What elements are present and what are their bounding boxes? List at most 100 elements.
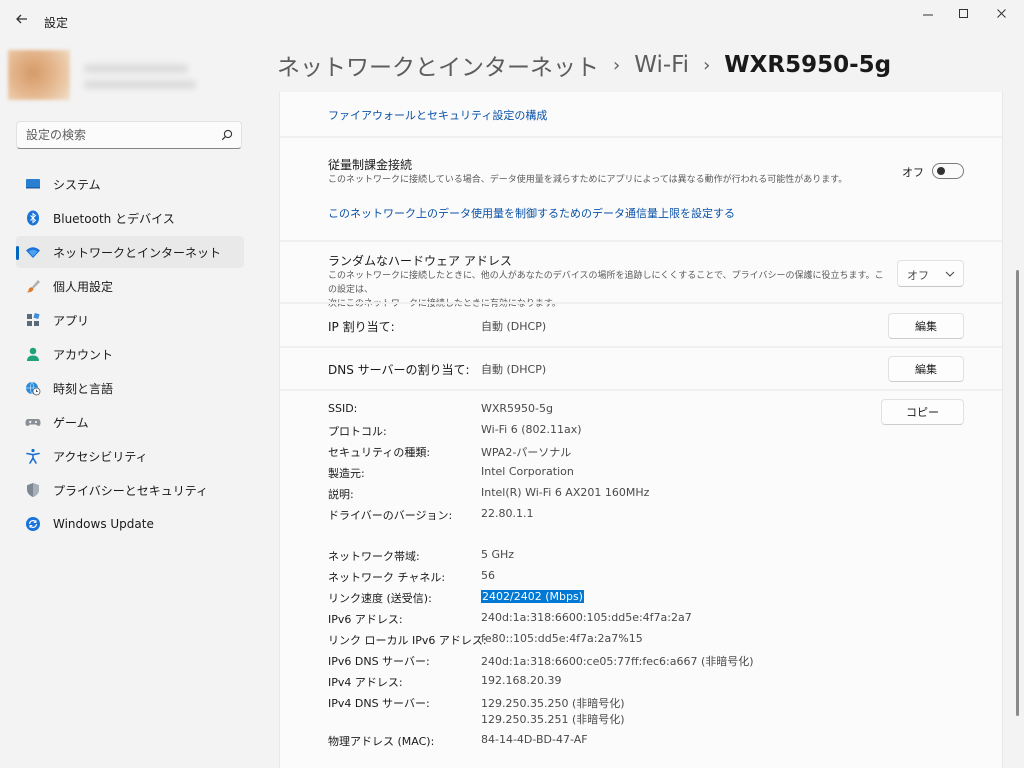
divider: [280, 302, 1002, 304]
edit-ip-button[interactable]: 編集: [888, 313, 964, 339]
user-profile[interactable]: [8, 50, 244, 102]
sidebar-item-label: アカウント: [53, 347, 114, 362]
bluetooth-icon: [25, 210, 41, 226]
dns-assignment-label: DNS サーバーの割り当て:: [328, 363, 470, 377]
prop-value-manufacturer: Intel Corporation: [481, 465, 574, 478]
close-button[interactable]: [984, 4, 1020, 26]
copy-button[interactable]: コピー: [881, 399, 964, 425]
ip-assignment-value: 自動 (DHCP): [481, 320, 547, 333]
edit-dns-button[interactable]: 編集: [888, 356, 964, 382]
divider: [280, 346, 1002, 348]
profile-email-redacted: [84, 80, 196, 89]
sidebar-item-bluetooth[interactable]: Bluetooth とデバイス: [16, 202, 244, 234]
sidebar-item-system[interactable]: システム: [16, 168, 244, 200]
prop-value-link-speed[interactable]: 2402/2402 (Mbps): [481, 590, 584, 603]
page-title: WXR5950-5g: [724, 52, 892, 78]
metered-connection-toggle[interactable]: [932, 163, 964, 179]
accessibility-icon: [25, 448, 41, 464]
prop-label-ssid: SSID:: [328, 402, 358, 415]
close-icon: [997, 9, 1006, 18]
chevron-down-icon: [945, 271, 955, 277]
prop-label-network-channel: ネットワーク チャネル:: [328, 571, 446, 584]
prop-label-ipv4-dns: IPv4 DNS サーバー:: [328, 697, 430, 710]
prop-label-ipv4-address: IPv4 アドレス:: [328, 676, 403, 689]
sidebar-item-label: ゲーム: [53, 415, 89, 430]
window-title: 設定: [44, 16, 69, 30]
person-icon: [25, 346, 41, 362]
prop-value-link-speed-wrap: 2402/2402 (Mbps): [481, 590, 584, 603]
back-arrow-icon[interactable]: [12, 9, 32, 29]
sidebar-item-accessibility[interactable]: アクセシビリティ: [16, 440, 244, 472]
toggle-knob: [937, 167, 945, 175]
prop-value-ipv6-address: 240d:1a:318:6600:105:dd5e:4f7a:2a7: [481, 611, 692, 624]
sidebar-item-label: プライバシーとセキュリティ: [53, 483, 209, 498]
prop-label-link-speed: リンク速度 (送受信):: [328, 592, 432, 605]
prop-label-security-type: セキュリティの種類:: [328, 446, 431, 459]
sidebar-item-windows-update[interactable]: Windows Update: [16, 508, 244, 540]
firewall-settings-link[interactable]: ファイアウォールとセキュリティ設定の構成: [328, 107, 547, 123]
prop-value-ipv4-dns-1: 129.250.35.250 (非暗号化): [481, 697, 625, 710]
prop-value-protocol: Wi-Fi 6 (802.11ax): [481, 423, 582, 436]
maximize-button[interactable]: [946, 4, 982, 26]
random-hardware-address-dropdown[interactable]: オフ: [897, 260, 964, 287]
gamepad-icon: [25, 414, 41, 430]
prop-label-ipv6-dns: IPv6 DNS サーバー:: [328, 655, 430, 668]
sidebar-item-label: アクセシビリティ: [53, 449, 148, 464]
description-line: 次にこのネットワークに接続したときに有効になります。: [328, 299, 561, 309]
prop-label-mac-address: 物理アドレス (MAC):: [328, 735, 435, 748]
prop-label-protocol: プロトコル:: [328, 425, 387, 438]
prop-value-description: Intel(R) Wi-Fi 6 AX201 160MHz: [481, 486, 650, 499]
prop-label-link-local-ipv6: リンク ローカル IPv6 アドレス:: [328, 634, 487, 647]
sidebar-item-personalization[interactable]: 個人用設定: [16, 270, 244, 302]
sidebar-item-label: ネットワークとインターネット: [53, 245, 222, 260]
sidebar-item-accounts[interactable]: アカウント: [16, 338, 244, 370]
sidebar-item-label: システム: [53, 177, 101, 192]
divider: [280, 240, 1002, 242]
wifi-icon: [25, 244, 41, 260]
sidebar-item-label: アプリ: [53, 313, 90, 328]
globe-clock-icon: [25, 380, 41, 396]
data-limit-link[interactable]: このネットワーク上のデータ使用量を制御するためのデータ通信量上限を設定する: [328, 205, 735, 221]
search-input[interactable]: [26, 126, 216, 144]
maximize-icon: [959, 9, 968, 18]
chevron-right-icon: ›: [613, 54, 621, 76]
breadcrumb: ネットワークとインターネット › Wi-Fi › WXR5950-5g: [277, 48, 891, 82]
sidebar-item-privacy[interactable]: プライバシーとセキュリティ: [16, 474, 244, 506]
metered-connection-description: このネットワークに接続している場合、データ使用量を減らすためにアプリによっては異…: [328, 175, 848, 185]
sidebar-item-label: 時刻と言語: [53, 381, 114, 396]
brush-icon: [25, 278, 41, 294]
sidebar-item-label: Bluetooth とデバイス: [53, 211, 175, 226]
sidebar-item-apps[interactable]: アプリ: [16, 304, 244, 336]
minimize-button[interactable]: [910, 4, 946, 26]
prop-value-security-type: WPA2-パーソナル: [481, 446, 572, 459]
sidebar-item-gaming[interactable]: ゲーム: [16, 406, 244, 438]
sidebar-nav: システム Bluetooth とデバイス ネットワークとインターネット 個人用設…: [16, 168, 244, 542]
search-icon[interactable]: [221, 129, 233, 141]
sidebar-item-time-language[interactable]: 時刻と言語: [16, 372, 244, 404]
shield-icon: [25, 482, 41, 498]
prop-value-ipv4-address: 192.168.20.39: [481, 674, 562, 687]
prop-label-description: 説明:: [328, 488, 354, 501]
prop-label-network-band: ネットワーク帯域:: [328, 550, 420, 563]
settings-search: [16, 121, 242, 149]
prop-value-mac-address: 84-14-4D-BD-47-AF: [481, 733, 588, 746]
prop-label-ipv6-address: IPv6 アドレス:: [328, 613, 403, 626]
metered-toggle-label: オフ: [902, 166, 924, 179]
minimize-icon: [923, 14, 933, 16]
prop-label-driver-version: ドライバーのバージョン:: [328, 509, 453, 522]
divider: [280, 136, 1002, 138]
monitor-icon: [25, 176, 41, 192]
prop-value-link-local-ipv6: fe80::105:dd5e:4f7a:2a7%15: [481, 632, 643, 645]
description-line: このネットワークに接続したときに、他の人があなたのデバイスの場所を追跡しにくくす…: [328, 271, 884, 295]
vertical-scrollbar[interactable]: [1016, 270, 1019, 716]
random-hardware-address-title: ランダムなハードウェア アドレス: [328, 254, 512, 268]
sidebar-item-label: Windows Update: [53, 517, 154, 531]
breadcrumb-wifi[interactable]: Wi-Fi: [634, 52, 689, 78]
random-hardware-address-description: このネットワークに接続したときに、他の人があなたのデバイスの場所を追跡しにくくす…: [328, 269, 888, 311]
sidebar-item-network[interactable]: ネットワークとインターネット: [16, 236, 244, 268]
dropdown-value: オフ: [907, 269, 929, 282]
prop-value-network-channel: 56: [481, 569, 495, 582]
breadcrumb-network[interactable]: ネットワークとインターネット: [277, 48, 599, 82]
divider: [280, 389, 1002, 391]
prop-value-ssid: WXR5950-5g: [481, 402, 553, 415]
